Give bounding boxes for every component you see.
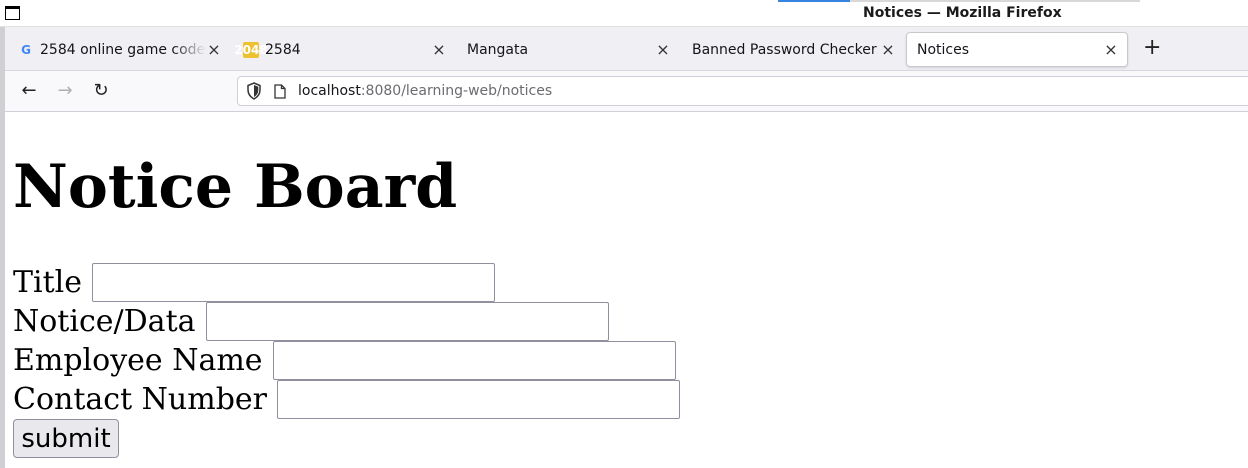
window-titlebar: Notices — Mozilla Firefox	[0, 0, 1248, 27]
notice-data-input[interactable]	[205, 302, 609, 341]
back-arrow-icon[interactable]: ←	[18, 80, 40, 102]
employee-name-row: Employee Name	[13, 341, 676, 380]
tab-close-icon[interactable]: ×	[880, 41, 896, 58]
new-tab-button[interactable]: +	[1143, 36, 1161, 60]
titlebar-accent-track	[850, 0, 1140, 2]
tab-label: Mangata	[467, 41, 529, 58]
reload-icon[interactable]: ↻	[90, 80, 112, 102]
window-menu-icon[interactable]	[5, 6, 20, 20]
tab-close-icon[interactable]: ×	[655, 41, 671, 58]
tab-label: Notices	[917, 41, 970, 58]
url-host: localhost	[298, 83, 361, 99]
tab-label: Banned Password Checker	[692, 41, 877, 58]
tab-mangata[interactable]: Mangata ×	[457, 32, 679, 67]
employee-name-input[interactable]	[272, 341, 676, 380]
shield-icon[interactable]	[246, 82, 262, 100]
tab-2584[interactable]: 2048 2584 ×	[233, 32, 455, 67]
page-heading: Notice Board	[13, 152, 458, 222]
page-icon[interactable]	[274, 83, 286, 99]
employee-name-label: Employee Name	[13, 343, 263, 378]
address-bar[interactable]: localhost:8080/learning-web/notices	[237, 76, 1248, 106]
url-text[interactable]: localhost:8080/learning-web/notices	[298, 83, 552, 99]
notice-data-label: Notice/Data	[13, 304, 196, 339]
title-input[interactable]	[92, 263, 496, 302]
tab-close-icon[interactable]: ×	[431, 41, 447, 58]
tab-notices[interactable]: Notices ×	[906, 32, 1128, 67]
contact-number-label: Contact Number	[13, 382, 267, 417]
notice-data-row: Notice/Data	[13, 302, 609, 341]
forward-arrow-icon[interactable]: →	[54, 80, 76, 102]
tab-strip: G 2584 online game code i × 2048 2584 × …	[5, 27, 1248, 71]
tab-banned-password-checker[interactable]: Banned Password Checker ×	[682, 32, 904, 67]
tab-label: 2584	[265, 41, 301, 58]
contact-number-row: Contact Number	[13, 380, 680, 419]
title-row: Title	[13, 263, 496, 302]
tab-close-icon[interactable]: ×	[206, 41, 222, 58]
tab-2584-online-game-code[interactable]: G 2584 online game code i ×	[8, 32, 230, 67]
tab-label: 2584 online game code i	[40, 41, 206, 58]
title-label: Title	[13, 265, 83, 300]
submit-button[interactable]: submit	[13, 419, 119, 458]
tab-close-icon[interactable]: ×	[1103, 41, 1119, 58]
contact-number-input[interactable]	[277, 380, 680, 419]
titlebar-accent	[778, 0, 850, 2]
2048-icon: 2048	[234, 41, 268, 58]
page-content: Notice Board Title Notice/Data Employee …	[13, 112, 1243, 468]
url-path: :8080/learning-web/notices	[360, 83, 553, 99]
navigation-toolbar: ← → ↻ localhost:8080/learning-web/notice…	[5, 71, 1248, 112]
google-g-icon: G	[21, 42, 31, 57]
window-title: Notices — Mozilla Firefox	[863, 5, 1062, 21]
